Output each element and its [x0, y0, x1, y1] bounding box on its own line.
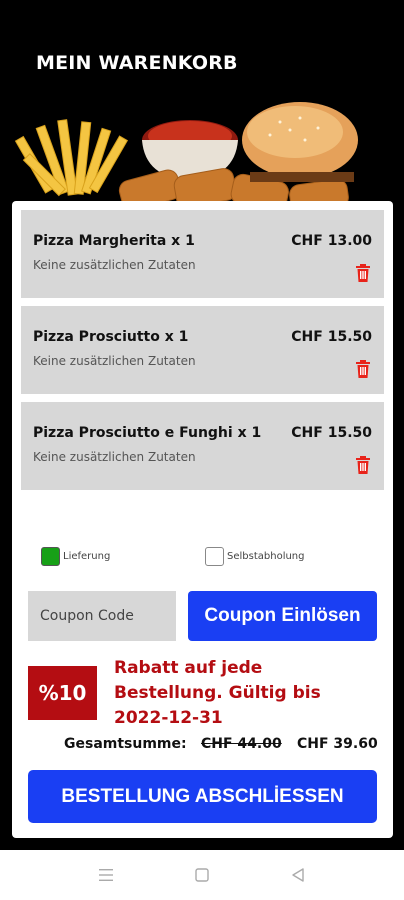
- item-extras: Keine zusätzlichen Zutaten: [33, 354, 196, 368]
- item-price: CHF 15.50: [291, 329, 372, 345]
- menu-icon[interactable]: [97, 866, 115, 884]
- old-total-price: CHF 44.00: [201, 736, 282, 752]
- cart-item: Pizza Prosciutto e Funghi x 1 CHF 15.50 …: [21, 402, 384, 490]
- delivery-checkbox[interactable]: [41, 547, 60, 566]
- cart-item: Pizza Prosciutto x 1 CHF 15.50 Keine zus…: [21, 306, 384, 394]
- page-title: MEIN WARENKORB: [36, 52, 238, 74]
- promo-text: Rabatt auf jede Bestellung. Gültig bis 2…: [114, 658, 321, 728]
- trash-icon[interactable]: [356, 264, 370, 282]
- new-total-price: CHF 39.60: [297, 736, 378, 752]
- item-extras: Keine zusätzlichen Zutaten: [33, 258, 196, 272]
- system-nav-bar: [0, 850, 404, 900]
- discount-badge: %10: [28, 666, 97, 720]
- item-extras: Keine zusätzlichen Zutaten: [33, 450, 196, 464]
- food-banner-image: [14, 102, 358, 210]
- coupon-code-input[interactable]: [28, 591, 176, 641]
- cart-item: Pizza Margherita x 1 CHF 13.00 Keine zus…: [21, 210, 384, 298]
- pickup-option[interactable]: Selbstabholung: [205, 547, 305, 566]
- trash-icon[interactable]: [356, 360, 370, 378]
- item-price: CHF 15.50: [291, 425, 372, 441]
- square-home-icon[interactable]: [193, 866, 211, 884]
- checkout-button[interactable]: BESTELLUNG ABSCHLİESSEN: [28, 770, 377, 823]
- redeem-coupon-button[interactable]: Coupon Einlösen: [188, 591, 377, 641]
- item-name: Pizza Prosciutto e Funghi x 1: [33, 425, 262, 441]
- item-price: CHF 13.00: [291, 233, 372, 249]
- total-label: Gesamtsumme:: [64, 736, 187, 752]
- item-name: Pizza Margherita x 1: [33, 233, 195, 249]
- delivery-option[interactable]: Lieferung: [41, 547, 110, 566]
- pickup-label: Selbstabholung: [227, 551, 305, 562]
- delivery-label: Lieferung: [63, 551, 111, 562]
- trash-icon[interactable]: [356, 456, 370, 474]
- app-screen: MEIN WARENKORB Pizza Margherita x 1 CHF …: [0, 0, 404, 850]
- back-triangle-icon[interactable]: [289, 866, 307, 884]
- cart-card: Pizza Margherita x 1 CHF 13.00 Keine zus…: [12, 201, 393, 838]
- pickup-checkbox[interactable]: [205, 547, 224, 566]
- item-name: Pizza Prosciutto x 1: [33, 329, 189, 345]
